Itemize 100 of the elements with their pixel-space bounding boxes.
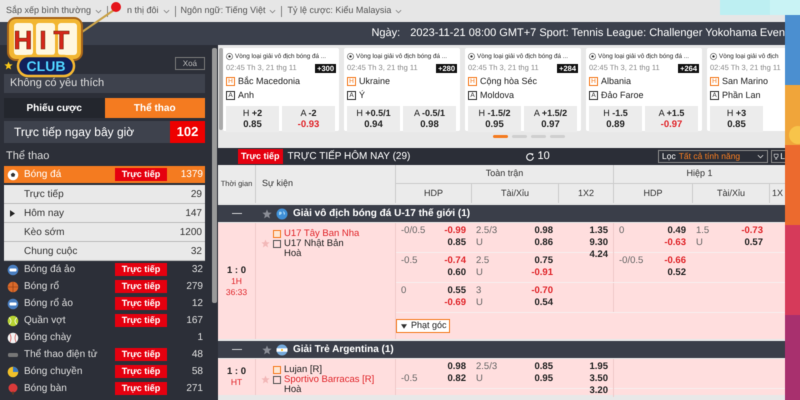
sport-count: 271 [185,382,204,396]
sport-name: Bóng rổ [24,280,60,294]
sport-item[interactable]: Bóng đá ảo Trực tiếp 32 [4,261,205,278]
league-name: Giải vô địch bóng đá U-17 thế giới (1) [293,207,470,221]
sport-item[interactable]: Bóng đá Trực tiếp 1379 [4,166,205,183]
odds-value[interactable]: 0.60 [448,267,466,279]
odds-button[interactable]: A +1.5/2 0.97 [524,106,577,132]
odds-value[interactable]: 0.82 [448,373,466,385]
star-icon[interactable] [262,344,272,354]
odds-price: 0.98 [420,118,439,130]
odds-button[interactable]: A +1.5 -0.97 [645,106,698,132]
column-header: Tài/Xỉu [692,184,769,203]
globe-icon [276,208,288,220]
odds-value[interactable]: 0.95 [534,373,553,385]
live-now-bar[interactable]: Trực tiếp ngay bây giờ 102 [4,121,205,143]
handicap-line: 0 [401,285,408,297]
team-name: Phần Lan [722,89,761,102]
odds-value[interactable]: -0.69 [444,297,466,309]
home-team-marker [273,366,281,374]
expand-arrow-icon[interactable] [10,210,15,216]
odds-value[interactable]: -0.73 [741,225,763,237]
sport-item[interactable]: Bóng rổ Trực tiếp 279 [4,278,205,295]
odds-value[interactable]: 0.52 [668,267,686,279]
chevron-down-icon[interactable] [757,153,764,160]
settings-dropdown[interactable]: n thị đôi [127,4,170,18]
caret-down-icon[interactable] [401,324,407,328]
column-header: Tài/Xỉu [471,184,558,203]
sport-item[interactable]: Bóng rổ ảo Trực tiếp 12 [4,295,205,312]
soccer-ball-icon [468,53,475,60]
odds-value[interactable]: 0.98 [448,361,466,373]
odds-button[interactable]: H +3 0.85 [710,106,763,132]
live-count: 102 [170,121,205,143]
subcategory-item[interactable]: Hôm nay 147 [4,204,205,223]
refresh-button[interactable]: 10 [524,148,550,165]
odds-value[interactable]: -0.63 [664,237,686,249]
odds-value[interactable]: -0.70 [531,285,553,297]
star-icon[interactable] [262,208,272,218]
odds-value[interactable]: 0.49 [668,225,686,237]
subcategory-item[interactable]: Trực tiếp 29 [4,185,205,204]
odds-button[interactable]: H +0.5/1 0.94 [347,106,400,132]
odds-value[interactable]: 0.55 [448,285,466,297]
column-group-header: Toàn trận [396,165,613,184]
odds-button[interactable]: H -1.5/2 0.95 [468,106,521,132]
handicap-label: A +1.5/2 [534,108,568,119]
odds-button[interactable]: A -2 -0.93 [282,106,335,132]
corners-button[interactable]: Phạt góc [396,319,450,333]
odds-button[interactable]: A -0.5/1 0.98 [403,106,456,132]
sport-item[interactable]: Bóng chuyền Trực tiếp 58 [4,363,205,380]
match-score: 1 : 0 [226,264,246,276]
sport-name: Quần vợt [24,314,67,328]
odds-value[interactable]: -0.91 [531,267,553,279]
sport-item[interactable]: Thể thao điện tử Trực tiếp 48 [4,346,205,363]
settings-dropdown[interactable]: Tỷ lệ cược: Kiểu Malaysia [287,4,402,18]
odds-value[interactable]: -0.66 [664,255,686,267]
subcategory-item[interactable]: Kèo sớm 1200 [4,223,205,242]
home-team-marker [273,230,281,238]
live-badge: Trực tiếp [115,365,167,378]
date-label: Ngày: [371,26,400,42]
odds-value[interactable]: 0.54 [534,297,553,309]
settings-dropdown[interactable]: Sắp xếp bình thường [6,4,102,18]
refresh-icon[interactable] [524,152,535,162]
settings-dropdown[interactable]: Ngôn ngữ: Tiếng Việt [180,4,276,18]
odds-value[interactable]: -0.99 [444,225,466,237]
odds-value[interactable]: 4.24 [590,249,608,261]
odds-value[interactable]: 9.30 [590,237,608,249]
odds-button[interactable]: H +2 0.85 [226,106,279,132]
odds-value[interactable]: -0.74 [444,255,466,267]
league-header[interactable]: — Giải Trẻ Argentina (1) [218,341,785,358]
odds-value[interactable]: 0.98 [534,225,553,237]
odds-value[interactable]: 0.85 [448,237,466,249]
league-header[interactable]: — Giải vô địch bóng đá U-17 thế giới (1) [218,205,785,222]
collapse-toggle[interactable]: — [218,206,256,221]
odds-value[interactable]: 1.35 [590,225,608,237]
carousel-scrollbar[interactable] [219,48,223,130]
odds-value[interactable]: 3.50 [590,373,608,385]
sport-count: 279 [185,280,204,294]
sport-item[interactable]: Quần vợt Trực tiếp 167 [4,312,205,329]
live-badge: Trực tiếp [115,348,167,361]
soccer-ball-icon [347,53,354,60]
trophy-icon [773,153,780,160]
collapse-toggle[interactable]: — [218,342,256,357]
sidebar-tab[interactable]: Phiếu cược [4,98,104,118]
odds-button[interactable]: H -1.5 0.89 [589,106,642,132]
filter-dropdown[interactable]: Lọc Tất cả tính năng [658,150,768,163]
odds-value[interactable]: 1.95 [590,361,608,373]
star-icon[interactable] [261,239,270,248]
league-name: Giải Trẻ Argentina (1) [293,343,394,357]
odds-value[interactable]: 0.85 [534,361,553,373]
subcategory-item[interactable]: Chung cuộc 32 [4,242,205,261]
odds-value[interactable]: 0.86 [534,237,553,249]
odds-value[interactable]: 0.75 [534,255,553,267]
odds-value[interactable]: 0.57 [744,237,763,249]
draw-label: Hoà [283,249,302,259]
scrollbar[interactable] [212,48,217,303]
sport-item[interactable]: Bóng chày 1 [4,329,205,346]
sport-item[interactable]: Bóng bàn Trực tiếp 271 [4,380,205,397]
clear-button[interactable]: Xoá [174,57,205,70]
star-icon[interactable] [4,61,13,70]
odds-value[interactable]: 3.20 [590,385,608,397]
star-icon[interactable] [261,375,270,384]
